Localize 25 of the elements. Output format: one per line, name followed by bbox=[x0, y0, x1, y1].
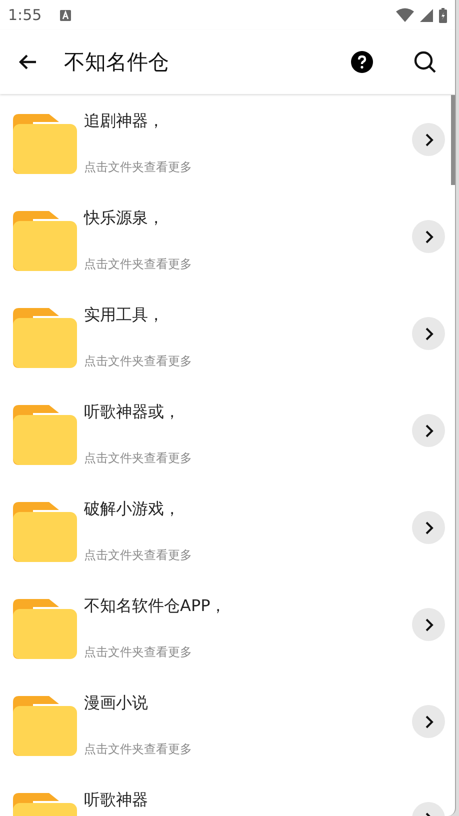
folder-hint: 点击文件夹查看更多 bbox=[84, 159, 193, 175]
page-title: 不知名件仓 bbox=[64, 49, 169, 76]
folder-name: 听歌神器 bbox=[84, 790, 149, 810]
folder-hint: 点击文件夹查看更多 bbox=[84, 256, 193, 272]
folder-hint: 点击文件夹查看更多 bbox=[84, 353, 193, 369]
folder-name: 实用工具， bbox=[84, 305, 165, 325]
folder-hint: 点击文件夹查看更多 bbox=[84, 644, 193, 660]
folder-item[interactable]: 漫画小说 点击文件夹查看更多 bbox=[0, 688, 455, 785]
folder-name: 快乐源泉， bbox=[84, 208, 165, 228]
folder-hint: 点击文件夹查看更多 bbox=[84, 450, 193, 466]
folder-hint: 点击文件夹查看更多 bbox=[84, 547, 193, 563]
status-time: 1:55 bbox=[8, 6, 42, 24]
folder-item[interactable]: 追剧神器， 点击文件夹查看更多 bbox=[0, 106, 455, 203]
folder-name: 破解小游戏， bbox=[84, 499, 181, 519]
folder-item[interactable]: 听歌神器或， 点击文件夹查看更多 bbox=[0, 397, 455, 494]
folder-name: 听歌神器或， bbox=[84, 402, 181, 422]
folder-name: 漫画小说 bbox=[84, 693, 149, 713]
folder-hint: 点击文件夹查看更多 bbox=[84, 741, 193, 757]
folder-name: 不知名软件仓APP， bbox=[84, 596, 228, 616]
folder-name: 追剧神器， bbox=[84, 111, 165, 131]
folder-item[interactable]: 实用工具， 点击文件夹查看更多 bbox=[0, 300, 455, 397]
folder-item[interactable]: 听歌神器 bbox=[0, 785, 455, 816]
folder-item[interactable]: 不知名软件仓APP， 点击文件夹查看更多 bbox=[0, 591, 455, 688]
folder-item[interactable]: 快乐源泉， 点击文件夹查看更多 bbox=[0, 203, 455, 300]
folder-item[interactable]: 破解小游戏， 点击文件夹查看更多 bbox=[0, 494, 455, 591]
